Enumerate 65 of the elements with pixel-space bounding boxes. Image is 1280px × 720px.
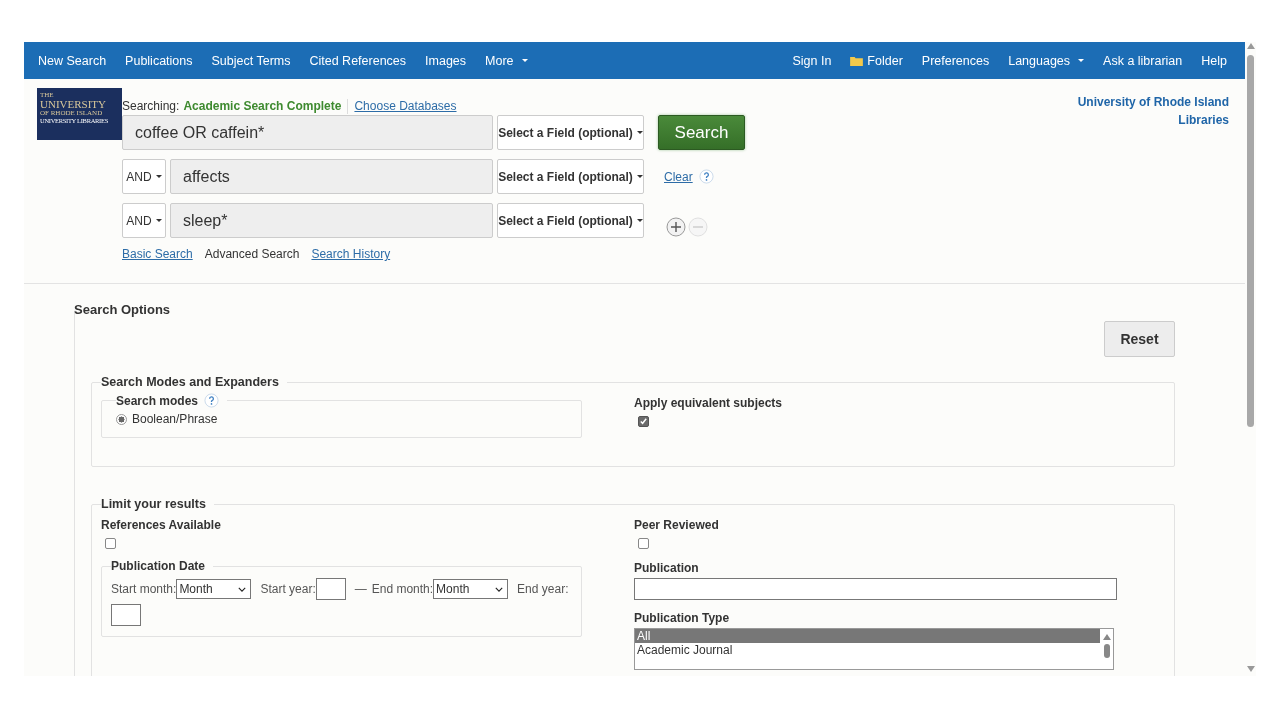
option-label: Publication Type xyxy=(634,611,731,625)
nav-link[interactable]: More xyxy=(485,53,528,68)
chevron-icon xyxy=(238,586,247,592)
field-dropdown[interactable]: Select a Field (optional) xyxy=(497,115,644,150)
institution-link[interactable]: University of Rhode Island Libraries xyxy=(1054,93,1229,129)
field-dropdown[interactable]: Select a Field (optional) xyxy=(497,203,644,238)
add-row-icon[interactable] xyxy=(666,217,686,237)
checkbox[interactable] xyxy=(638,416,649,427)
radio-button[interactable] xyxy=(116,413,127,425)
folder-icon xyxy=(850,55,864,66)
option-label: Publication xyxy=(634,561,700,575)
caret-icon xyxy=(1078,59,1085,62)
nav-link[interactable]: Sign In xyxy=(792,53,832,68)
nav-link[interactable]: Cited References xyxy=(309,53,407,68)
option-label: Peer Reviewed xyxy=(634,518,720,532)
nav-link[interactable]: Help xyxy=(1201,53,1227,68)
help-icon[interactable] xyxy=(698,169,714,184)
help-icon[interactable] xyxy=(204,393,220,408)
field-label: Start year: xyxy=(260,582,316,596)
nav-link[interactable]: Folder xyxy=(850,53,903,68)
list-option[interactable]: Academic Journal xyxy=(635,643,1100,657)
option-label: References Available xyxy=(101,518,222,532)
section-title: Search Modes and Expanders xyxy=(101,375,280,389)
field-label: End year: xyxy=(517,582,569,596)
search-input-field[interactable]: affects xyxy=(170,159,493,194)
search-mode-link[interactable]: Advanced Search xyxy=(204,247,300,261)
choose-databases-link[interactable]: Choose Databases xyxy=(354,99,457,113)
caret-icon xyxy=(521,59,528,62)
section-title: Limit your results xyxy=(101,497,207,511)
year-input[interactable] xyxy=(315,578,346,600)
nav-link[interactable]: Subject Terms xyxy=(211,53,291,68)
option-label: Apply equivalent subjects xyxy=(634,396,783,410)
field-label: Start month: xyxy=(111,582,177,596)
year-input[interactable] xyxy=(111,604,141,626)
field-dropdown[interactable]: Select a Field (optional) xyxy=(497,159,644,194)
month-dropdown[interactable]: Month xyxy=(176,579,252,599)
month-dropdown[interactable]: Month xyxy=(433,579,509,599)
reset-button[interactable]: Reset xyxy=(1104,321,1175,357)
operator-dropdown[interactable]: AND xyxy=(122,159,166,194)
publication-input[interactable] xyxy=(634,578,1117,600)
dash: — xyxy=(354,582,367,596)
search-button[interactable]: Search xyxy=(658,115,745,150)
group-title: Publication Date xyxy=(111,559,206,573)
search-mode-link[interactable]: Search History xyxy=(311,247,391,261)
nav-link[interactable]: Publications xyxy=(125,53,193,68)
search-mode-link[interactable]: Basic Search xyxy=(122,247,193,261)
nav-link[interactable]: Images xyxy=(425,53,467,68)
field-label: End month: xyxy=(371,582,434,596)
nav-link[interactable]: Preferences xyxy=(921,53,990,68)
clear-link[interactable]: Clear xyxy=(664,169,693,184)
nav-link[interactable]: Ask a librarian xyxy=(1103,53,1183,68)
checkbox[interactable] xyxy=(105,538,116,549)
chevron-icon xyxy=(495,586,504,592)
search-input-field[interactable]: coffee OR caffein* xyxy=(122,115,493,150)
operator-dropdown[interactable]: AND xyxy=(122,203,166,238)
searching-label: Searching: xyxy=(122,99,180,113)
database-name: Academic Search Complete xyxy=(183,99,342,113)
group-title: Search modes xyxy=(116,393,199,408)
checkbox[interactable] xyxy=(638,538,649,549)
search-input-field[interactable]: sleep* xyxy=(170,203,493,238)
radio-label: Boolean/Phrase xyxy=(132,412,218,426)
section-title: Search Options xyxy=(74,302,172,317)
nav-link[interactable]: Languages xyxy=(1008,53,1085,68)
nav-link[interactable]: New Search xyxy=(38,53,107,68)
list-option[interactable]: All xyxy=(635,629,1100,643)
